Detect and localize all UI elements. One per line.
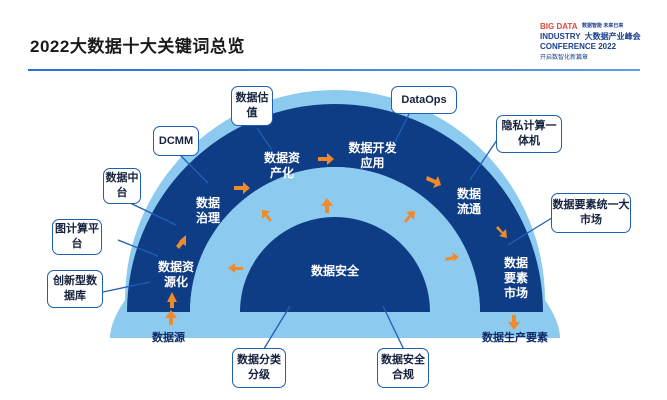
- stage-data-market: 数据要素市场: [503, 256, 528, 300]
- keyword-privacy-computing: 隐私计算一体机: [496, 115, 562, 153]
- keyword-graph-computing-platform: 图计算平台: [52, 219, 102, 255]
- core-label: 数据安全: [311, 264, 360, 278]
- keyword-data-factor-market: 数据要素统一大市场: [551, 193, 631, 233]
- data-source-label: 数据源: [152, 332, 185, 344]
- keyword-dataops: DataOps: [391, 86, 457, 114]
- keyword-data-valuation: 数据估值: [231, 86, 273, 126]
- stage-data-assetization: 数据资产化: [263, 151, 300, 180]
- keyword-data-security-compliance: 数据安全合规: [377, 348, 429, 388]
- keyword-dcmm: DCMM: [153, 126, 199, 156]
- slide: 2022大数据十大关键词总览 BIG DATA 数据智能 未来已来 INDUSTR…: [0, 0, 667, 400]
- keyword-data-classification: 数据分类分级: [232, 348, 286, 388]
- keyword-data-middle-platform: 数据中台: [103, 168, 141, 204]
- stage-data-resourcing: 数据资源化: [157, 260, 194, 289]
- data-production-factor-label: 数据生产要素: [482, 332, 548, 344]
- stage-data-development: 数据开发应用: [348, 141, 397, 170]
- stage-data-governance: 数据治理: [195, 196, 220, 225]
- keyword-innovative-database: 创新型数据库: [47, 270, 103, 308]
- stage-data-circulation: 数据流通: [456, 187, 481, 216]
